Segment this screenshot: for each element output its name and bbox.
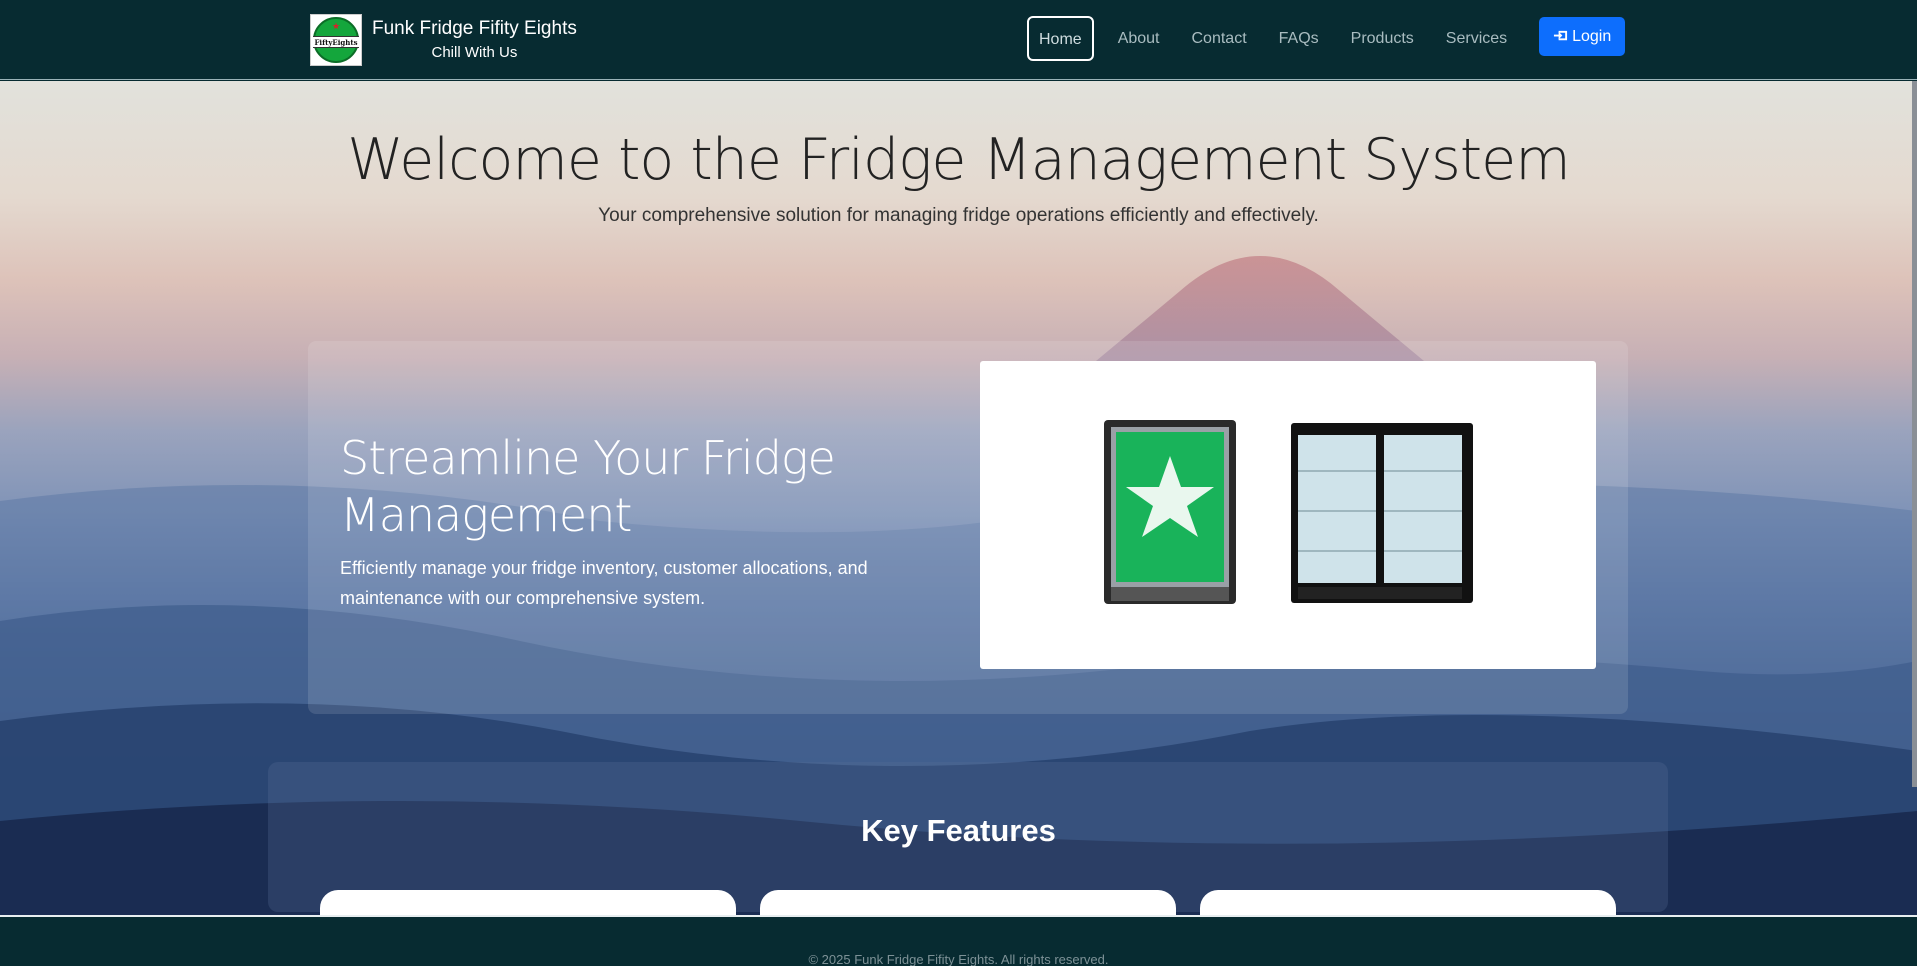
login-button[interactable]: Login xyxy=(1539,17,1626,56)
key-features-heading: Key Features xyxy=(861,813,1056,848)
brand-tagline: Chill With Us xyxy=(431,44,518,61)
footer-copyright: © 2025 Funk Fridge Fifity Eights. All ri… xyxy=(808,952,1109,966)
nav-about[interactable]: About xyxy=(1102,18,1176,60)
nav-contact[interactable]: Contact xyxy=(1176,18,1263,60)
logo-text: FiftyEights xyxy=(314,37,358,47)
page-title: Welcome to the Fridge Management System xyxy=(347,127,1571,193)
main-nav: Home About Contact FAQs Products Service… xyxy=(1027,16,1626,61)
nav-faqs[interactable]: FAQs xyxy=(1263,18,1335,60)
fridges-image xyxy=(980,361,1596,669)
nav-products[interactable]: Products xyxy=(1335,18,1430,60)
login-label: Login xyxy=(1572,27,1612,45)
star-icon: ★ xyxy=(331,21,341,31)
brand-logo: ★ FiftyEights xyxy=(310,14,362,66)
intro-text: Efficiently manage your fridge inventory… xyxy=(340,558,868,608)
navbar: ★ FiftyEights Funk Fridge Fifity Eights … xyxy=(0,0,1917,80)
sign-in-icon xyxy=(1553,28,1568,46)
brand-name: Funk Fridge Fifity Eights xyxy=(372,18,577,39)
page-subtitle: Your comprehensive solution for managing… xyxy=(598,205,1319,226)
brand[interactable]: ★ FiftyEights Funk Fridge Fifity Eights … xyxy=(310,14,577,66)
intro-heading: Streamline Your Fridge Management xyxy=(340,431,836,542)
nav-home[interactable]: Home xyxy=(1027,16,1094,61)
nav-services[interactable]: Services xyxy=(1430,18,1523,60)
